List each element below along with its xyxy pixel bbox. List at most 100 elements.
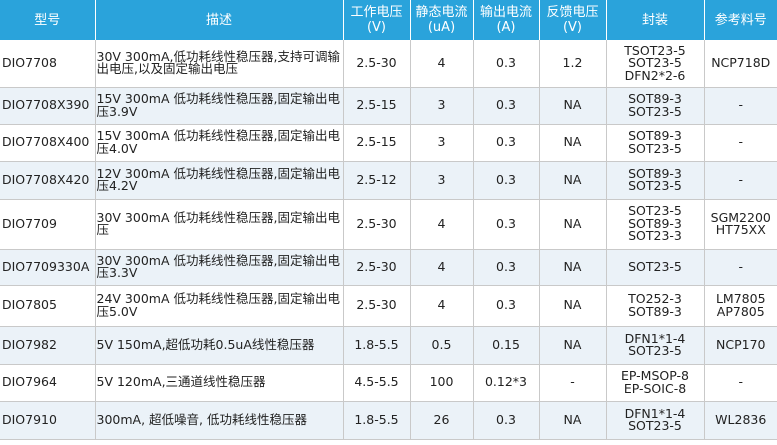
reference-line: AP7805 <box>716 303 765 319</box>
cell-output-current: 0.12*3 <box>473 364 540 402</box>
ldo-product-table: 型号 描述 工作电压 (V) 静态电流 (uA) 输出电流 (A) 反馈电压 (V) 封… <box>0 0 777 440</box>
cell-package: SOT23-5 SOT89-3 SOT23-3 <box>606 199 705 250</box>
reference-line: - <box>738 258 743 274</box>
cell-reference-part: - <box>704 249 777 286</box>
table-row: DIO7982 5V 150mA,超低功耗0.5uA线性稳压器 1.8-5.5 … <box>0 326 777 365</box>
table-row: DIO7708X390 15V 300mA 低功耗线性稳压器,固定输出电压3.9… <box>0 87 777 125</box>
cell-quiescent-current: 100 <box>410 364 474 402</box>
reference-line: NCP718D <box>711 55 771 70</box>
cell-quiescent-current: 3 <box>410 161 474 200</box>
table-row: DIO7964 5V 120mA,三通道线性稳压器 4.5-5.5 100 0.… <box>0 364 777 402</box>
package-line: SOT23-5 <box>628 258 682 274</box>
reference-line: WL2836 <box>715 411 767 427</box>
cell-reference-part: - <box>704 87 777 125</box>
table-row: DIO7709330A 30V 300mA 低功耗线性稳压器,固定输出电压3.3… <box>0 249 777 286</box>
package-line: DFN2*2-6 <box>624 67 686 83</box>
cell-model: DIO7805 <box>0 285 96 327</box>
header-model: 型号 <box>0 0 96 40</box>
cell-output-current: 0.3 <box>473 285 540 327</box>
table-row: DIO7805 24V 300mA 低功耗线性稳压器,固定输出电压5.0V 2.… <box>0 285 777 327</box>
header-feedback-voltage: 反馈电压 (V) <box>539 0 607 40</box>
table-row: DIO7708X420 12V 300mA 低功耗线性稳压器,固定输出电压4.2… <box>0 161 777 200</box>
cell-package: EP-MSOP-8 EP-SOIC-8 <box>606 364 705 402</box>
cell-reference-part: NCP718D <box>704 40 777 88</box>
cell-description: 30V 300mA 低功耗线性稳压器,固定输出电压3.3V <box>95 249 344 286</box>
table-row: DIO7708X400 15V 300mA 低功耗线性稳压器,固定输出电压4.0… <box>0 124 777 162</box>
cell-package: TSOT23-5 SOT23-5 DFN2*2-6 <box>606 40 705 88</box>
cell-feedback-voltage: NA <box>539 401 607 440</box>
cell-output-current: 0.3 <box>473 87 540 125</box>
cell-package: SOT89-3 SOT23-5 <box>606 87 705 125</box>
package-line: EP-SOIC-8 <box>623 380 687 396</box>
cell-package: SOT23-5 <box>606 249 705 286</box>
cell-feedback-voltage: NA <box>539 124 607 162</box>
cell-package: DFN1*1-4 SOT23-5 <box>606 326 705 365</box>
package-line: SOT89-3 <box>628 303 682 319</box>
cell-package: DFN1*1-4 SOT23-5 <box>606 401 705 440</box>
cell-voltage: 2.5-15 <box>343 87 411 125</box>
package-line: SOT23-5 <box>628 178 682 193</box>
cell-model: DIO7709 <box>0 199 96 250</box>
cell-description: 300mA, 超低噪音, 低功耗线性稳压器 <box>95 401 344 440</box>
cell-description: 30V 300mA 低功耗线性稳压器,固定输出电压 <box>95 199 344 250</box>
cell-output-current: 0.3 <box>473 249 540 286</box>
cell-voltage: 2.5-30 <box>343 40 411 88</box>
cell-model: DIO7708X400 <box>0 124 96 162</box>
package-line: SOT23-5 <box>628 103 682 119</box>
cell-description: 5V 150mA,超低功耗0.5uA线性稳压器 <box>95 326 344 365</box>
header-operating-voltage: 工作电压 (V) <box>343 0 411 40</box>
table-header-row: 型号 描述 工作电压 (V) 静态电流 (uA) 输出电流 (A) 反馈电压 (V) 封… <box>0 0 777 40</box>
reference-line: - <box>738 134 743 150</box>
cell-description: 30V 300mA,低功耗线性稳压器,支持可调输出电压,以及固定输出电压 <box>95 40 344 88</box>
header-reference-part: 参考料号 <box>704 0 777 40</box>
cell-reference-part: SGM2200 HT75XX <box>704 199 777 250</box>
package-line: SOT23-5 <box>628 418 682 433</box>
table-row: DIO7709 30V 300mA 低功耗线性稳压器,固定输出电压 2.5-30… <box>0 199 777 250</box>
cell-reference-part: - <box>704 364 777 402</box>
cell-quiescent-current: 4 <box>410 285 474 327</box>
cell-description: 24V 300mA 低功耗线性稳压器,固定输出电压5.0V <box>95 285 344 327</box>
cell-voltage: 2.5-30 <box>343 285 411 327</box>
cell-voltage: 2.5-30 <box>343 199 411 250</box>
header-quiescent-current: 静态电流 (uA) <box>410 0 474 40</box>
cell-feedback-voltage: NA <box>539 285 607 327</box>
package-line: SOT23-5 <box>628 343 682 358</box>
header-output-current: 输出电流 (A) <box>473 0 540 40</box>
header-package: 封装 <box>606 0 705 40</box>
cell-output-current: 0.15 <box>473 326 540 365</box>
table-row: DIO7910 300mA, 超低噪音, 低功耗线性稳压器 1.8-5.5 26… <box>0 401 777 440</box>
cell-reference-part: LM7805 AP7805 <box>704 285 777 327</box>
reference-line: HT75XX <box>715 222 766 237</box>
cell-quiescent-current: 4 <box>410 199 474 250</box>
cell-voltage: 2.5-30 <box>343 249 411 286</box>
header-description: 描述 <box>95 0 344 40</box>
cell-model: DIO7910 <box>0 401 96 440</box>
cell-feedback-voltage: 1.2 <box>539 40 607 88</box>
cell-description: 12V 300mA 低功耗线性稳压器,固定输出电压4.2V <box>95 161 344 200</box>
cell-model: DIO7708 <box>0 40 96 88</box>
cell-quiescent-current: 4 <box>410 249 474 286</box>
cell-model: DIO7708X420 <box>0 161 96 200</box>
table-row: DIO7708 30V 300mA,低功耗线性稳压器,支持可调输出电压,以及固定… <box>0 40 777 88</box>
cell-output-current: 0.3 <box>473 199 540 250</box>
cell-feedback-voltage: NA <box>539 161 607 200</box>
cell-quiescent-current: 3 <box>410 87 474 125</box>
cell-reference-part: - <box>704 124 777 162</box>
package-line: SOT23-5 <box>628 140 682 156</box>
cell-description: 15V 300mA 低功耗线性稳压器,固定输出电压4.0V <box>95 124 344 162</box>
cell-reference-part: - <box>704 161 777 200</box>
cell-feedback-voltage: NA <box>539 249 607 286</box>
cell-quiescent-current: 4 <box>410 40 474 88</box>
cell-output-current: 0.3 <box>473 161 540 200</box>
cell-voltage: 2.5-12 <box>343 161 411 200</box>
cell-feedback-voltage: NA <box>539 87 607 125</box>
cell-voltage: 1.8-5.5 <box>343 401 411 440</box>
cell-feedback-voltage: NA <box>539 199 607 250</box>
cell-voltage: 4.5-5.5 <box>343 364 411 402</box>
cell-package: SOT89-3 SOT23-5 <box>606 124 705 162</box>
cell-description: 5V 120mA,三通道线性稳压器 <box>95 364 344 402</box>
cell-feedback-voltage: - <box>539 364 607 402</box>
cell-model: DIO7708X390 <box>0 87 96 125</box>
cell-output-current: 0.3 <box>473 124 540 162</box>
cell-package: TO252-3 SOT89-3 <box>606 285 705 327</box>
